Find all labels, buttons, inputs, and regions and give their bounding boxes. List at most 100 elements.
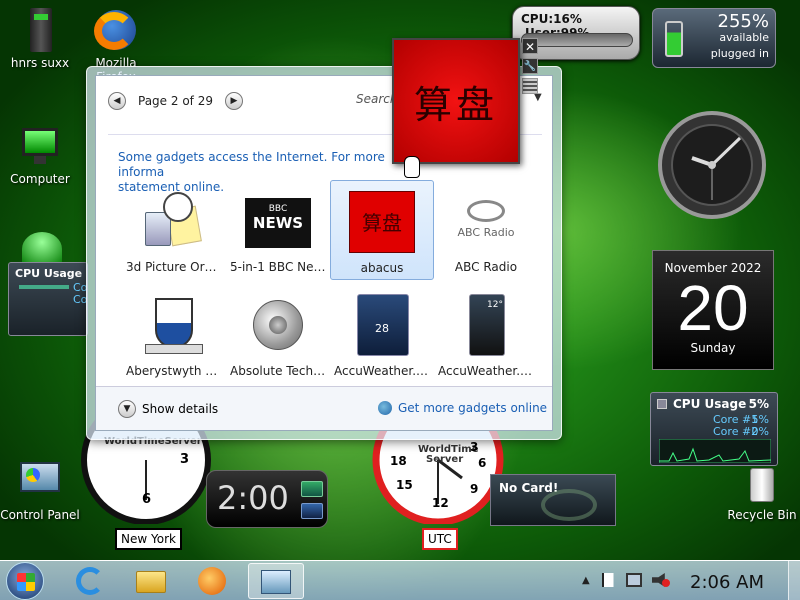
taskbar-media-player[interactable] [184, 563, 240, 599]
utc-clock-num-9: 9 [470, 482, 479, 496]
desktop-icon-control-panel[interactable]: Control Panel [0, 460, 80, 522]
abc-radio-icon-text: ABC Radio [457, 226, 515, 239]
speaker-icon [245, 294, 311, 360]
gadget-tile-abc-radio[interactable]: ABC Radio ABC Radio [434, 184, 538, 280]
abc-radio-icon: ABC Radio [453, 190, 519, 256]
wrench-icon[interactable]: 🔧 [522, 58, 538, 74]
battery-available: available [719, 31, 769, 44]
desktop-icon-label: Recycle Bin [727, 508, 797, 522]
utc-clock-num-12: 12 [432, 496, 449, 510]
gadget-tile-3d-picture-orb[interactable]: 3d Picture Orb ... [122, 184, 226, 280]
bbc-news-icon-line1: BBC [268, 204, 288, 214]
battery-icon [665, 21, 683, 57]
next-page-button[interactable]: ▶ [224, 92, 243, 110]
hand-cursor-icon [404, 156, 420, 178]
internet-explorer-icon [76, 567, 104, 595]
gadget-tile-label: 3d Picture Orb ... [126, 260, 226, 274]
gadget-tile-accuweather-2[interactable]: 12° AccuWeather.c... [434, 288, 538, 384]
drag-grip-icon[interactable] [522, 78, 538, 94]
taskbar-gadget-gallery[interactable] [248, 563, 304, 599]
taskbar-explorer[interactable] [122, 563, 178, 599]
close-icon[interactable]: ✕ [522, 38, 538, 54]
nvidia-eye-icon [541, 489, 597, 521]
digital-clock-gadget[interactable]: 2:00 [206, 470, 328, 528]
cpu-usage-widget[interactable]: CPU Usage 5% Core #1 5% Core #2 0% [650, 392, 778, 466]
internet-notice-line1: Some gadgets access the Internet. For mo… [118, 150, 385, 179]
gallery-pager: ◀ Page 2 of 29 ▶ [108, 92, 243, 110]
mute-indicator-icon [662, 579, 670, 587]
gadget-tile-label: Absolute Techn... [230, 364, 330, 378]
show-desktop-button[interactable] [788, 561, 800, 600]
chevron-down-icon: ▼ [118, 400, 136, 418]
calendar-gadget[interactable]: November 2022 20 Sunday [652, 250, 774, 370]
gadget-tile-bbc-news[interactable]: BBC NEWS 5-in-1 BBC New... [226, 184, 330, 280]
firefox-icon [94, 8, 138, 52]
cpu-meter-cpu: CPU:16% [521, 12, 582, 26]
calendar-day: 20 [677, 272, 749, 344]
clock-face-icon [658, 111, 766, 219]
gadget-tile-accuweather-1[interactable]: 28 AccuWeather.c... [330, 288, 434, 384]
get-more-gadgets-link[interactable]: Get more gadgets online [378, 401, 547, 415]
coat-of-arms-icon [141, 294, 207, 360]
utc-clock-num-15: 15 [396, 478, 413, 492]
gadget-tile-abacus[interactable]: 算盘 abacus [330, 180, 434, 280]
cpu-widget-total: 5% [748, 397, 769, 411]
windows-logo-icon [17, 573, 35, 591]
taskbar-clock[interactable]: 2:06 AM [690, 572, 764, 593]
gadget-tile-label: Aberystwyth W... [126, 364, 226, 378]
bbc-news-icon: BBC NEWS [245, 190, 311, 256]
previous-page-button[interactable]: ◀ [108, 92, 126, 110]
cpu-small-bar [19, 285, 69, 289]
abacus-icon-chars: 算盘 [349, 191, 415, 253]
desktop-icon-label: Computer [10, 172, 70, 186]
get-more-gadgets-label: Get more gadgets online [398, 401, 548, 415]
gadget-gallery-icon [261, 570, 291, 594]
gadget-tile-absolute-techno[interactable]: Absolute Techn... [226, 288, 330, 384]
taskbar-internet-explorer[interactable] [62, 563, 118, 599]
cpu-history-graph [659, 439, 771, 463]
desktop-icon-label: Control Panel [0, 508, 80, 522]
taskbar: ▲ 2:06 AM [0, 560, 800, 600]
start-button[interactable] [6, 562, 44, 600]
digital-clock-time: 2:00 [217, 479, 289, 517]
show-hidden-icons-icon[interactable]: ▲ [582, 575, 590, 586]
network-icon[interactable] [626, 573, 642, 587]
calculator-clock-icon [141, 190, 207, 256]
gadget-tile-aberystwyth[interactable]: Aberystwyth W... [122, 288, 226, 384]
gpu-monitor-gadget[interactable]: No Card! [490, 474, 616, 526]
desktop-icon-label: hnrs suxx [10, 56, 70, 70]
play-icon[interactable] [301, 481, 323, 497]
desktop-green-ball-icon[interactable] [22, 232, 62, 266]
show-details-button[interactable]: ▼ Show details [118, 400, 218, 418]
battery-status: plugged in [710, 47, 769, 60]
accuweather-icon-temp: 28 [375, 322, 389, 335]
cpu-widget-title: CPU Usage [673, 397, 747, 411]
globe-icon [378, 401, 392, 415]
calendar-weekday: Sunday [690, 341, 736, 355]
new-york-clock-num-6: 6 [142, 492, 152, 507]
bbc-news-icon-line2: NEWS [252, 214, 304, 232]
analog-clock-gadget[interactable] [652, 110, 772, 220]
control-panel-icon [18, 460, 62, 504]
gadget-tile-label: abacus [360, 261, 404, 275]
cpu-chip-icon [657, 399, 667, 409]
accuweather-icon: 28 [349, 294, 415, 360]
cpu-usage-widget-small[interactable]: CPU Usage Co Co [8, 262, 88, 336]
gadget-tile-label: AccuWeather.c... [438, 364, 538, 378]
abacus-icon: 算盘 [349, 191, 415, 257]
media-player-icon [198, 567, 226, 595]
abacus-gadget-dragging[interactable]: 算盘 [392, 38, 520, 164]
battery-widget[interactable]: 255% available plugged in [652, 8, 776, 68]
screen-icon[interactable] [301, 503, 323, 519]
desktop-icon-recycle-bin[interactable]: Recycle Bin [722, 460, 800, 522]
folder-icon [136, 571, 166, 593]
gadget-tile-label: 5-in-1 BBC New... [230, 260, 330, 274]
show-details-label: Show details [142, 402, 219, 416]
new-york-label: New York [115, 528, 182, 550]
page-indicator: Page 2 of 29 [138, 94, 213, 108]
cpu-small-title: CPU Usage [15, 267, 83, 280]
desktop-icon-hnrs[interactable]: hnrs suxx [0, 8, 80, 70]
battery-percent: 255% [717, 11, 769, 32]
action-center-flag-icon[interactable] [602, 573, 616, 587]
desktop-icon-computer[interactable]: Computer [0, 124, 80, 186]
